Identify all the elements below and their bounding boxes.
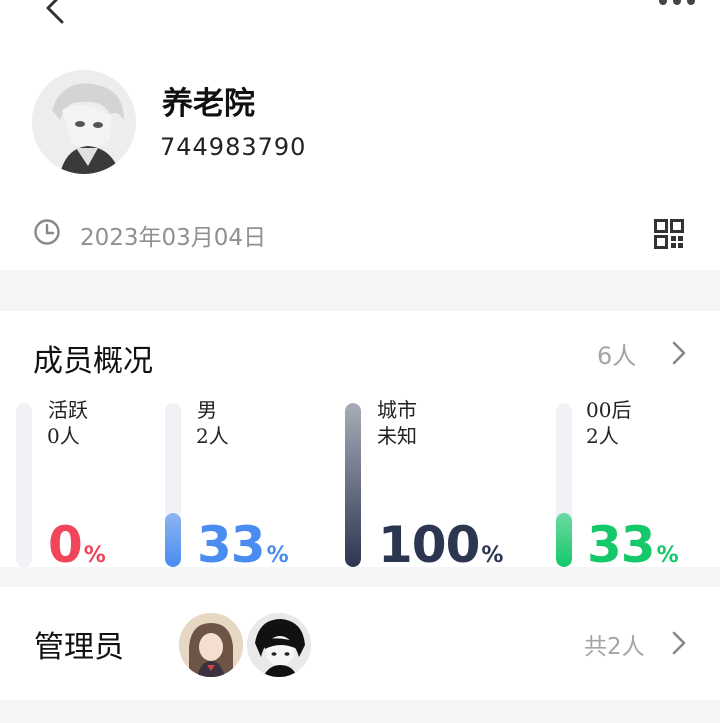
group-id: 744983790 xyxy=(160,133,307,161)
stat-count-active: 0人 xyxy=(47,424,80,448)
member-overview-arrow[interactable] xyxy=(668,340,690,366)
back-button[interactable] xyxy=(40,0,80,28)
stat-fill xyxy=(556,513,572,567)
admin-arrow[interactable] xyxy=(668,630,690,656)
admin-avatar-2[interactable] xyxy=(247,613,311,677)
stat-percent-post00: 33% xyxy=(587,516,679,574)
group-name: 养老院 xyxy=(162,86,255,122)
chevron-right-icon xyxy=(672,341,686,365)
admin-avatar-1[interactable] xyxy=(179,613,243,677)
qr-code-icon xyxy=(654,219,684,249)
stat-count-post00: 2人 xyxy=(586,424,619,448)
created-date: 2023年03月04日 xyxy=(80,225,267,251)
stat-bar-male xyxy=(165,403,181,567)
member-overview-title: 成员概况 xyxy=(33,344,153,379)
member-count: 6人 xyxy=(597,342,637,370)
stat-percent-city: 100% xyxy=(378,516,504,574)
chevron-left-icon xyxy=(46,0,64,24)
member-count-link[interactable]: 6人 xyxy=(597,336,637,370)
stat-bar-active xyxy=(16,403,32,567)
more-button[interactable] xyxy=(655,0,700,8)
admin-total: 共2人 xyxy=(584,634,645,660)
stat-fill xyxy=(345,403,361,567)
stat-label-city: 城市 xyxy=(377,398,417,422)
clock-icon xyxy=(33,218,63,248)
chevron-right-icon xyxy=(672,631,686,655)
stat-percent-male: 33% xyxy=(197,516,289,574)
stat-count-male: 2人 xyxy=(196,424,229,448)
stat-fill xyxy=(165,513,181,567)
stat-bar-city xyxy=(345,403,361,567)
admin-label: 管理员 xyxy=(34,630,124,665)
stat-percent-active: 0% xyxy=(48,516,106,574)
stat-label-active: 活跃 xyxy=(48,398,88,422)
qr-code-button[interactable] xyxy=(654,219,684,249)
stat-label-male: 男 xyxy=(197,398,217,422)
stat-label-post00: 00后 xyxy=(586,398,632,422)
group-avatar[interactable] xyxy=(32,70,136,174)
more-dots-icon xyxy=(659,0,695,5)
stat-bar-post00 xyxy=(556,403,572,567)
stat-count-city: 未知 xyxy=(377,424,417,448)
